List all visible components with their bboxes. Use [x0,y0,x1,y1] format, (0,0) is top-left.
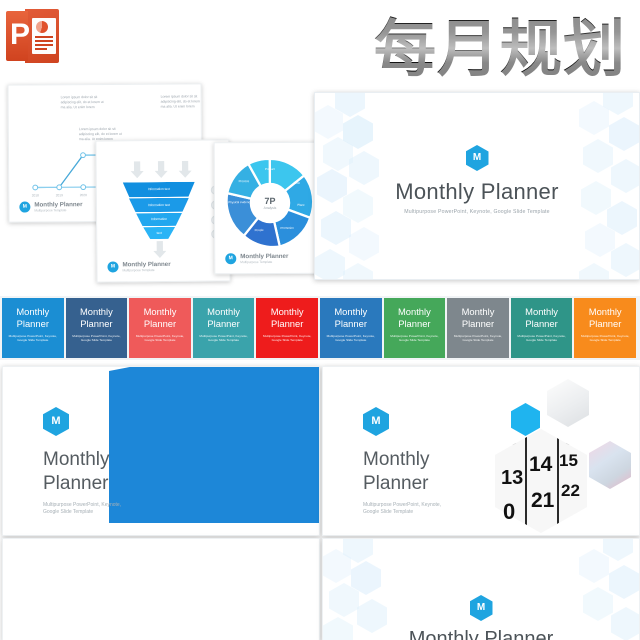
brand-hexagon-logo: M [465,145,489,171]
down-arrow-icon [179,161,192,178]
hero-content: M Monthly Planner [323,595,639,640]
down-arrow-icon [131,161,144,178]
slide-title-block: M Monthly Planner Multipurpose PowerPoint… [43,407,121,516]
swatch-4[interactable]: Monthly Planner Multipurpose PowerPoint, … [256,298,318,358]
seven-p-label: Promotion [280,225,294,230]
swatch-sub-line1: Multipurpose PowerPoint, Keynote, [8,334,57,338]
seven-p-center-sub: Analysis [263,205,277,211]
x-tick-label: 2018 [32,193,39,197]
swatch-6[interactable]: Monthly Planner Multipurpose PowerPoint, … [383,298,446,358]
seven-p-label: Product [264,166,275,172]
down-arrow-icon [153,241,166,258]
brand-hexagon-logo: M [43,407,69,436]
brand-subtitle: Multipurpose Template [34,208,67,213]
slide-subtitle: Multipurpose PowerPoint, Keynote, Google … [43,502,122,515]
hero-title: Monthly Planner [408,628,554,640]
slide-title: Monthly Planner [43,449,110,494]
icon-line [35,44,53,46]
slide-footer-brand: M Monthly Planner Multipurpose Template [107,261,171,273]
slide-subtitle: Multipurpose PowerPoint, Keynote, Google … [363,502,442,515]
brand-logo-icon: M [19,201,31,213]
icon-line [35,36,53,38]
slide-title: Monthly Planner [363,449,430,494]
funnel-segment: Information [136,213,182,226]
icon-line [35,48,47,50]
swatch-2[interactable]: Monthly Planner Multipurpose PowerPoint, … [129,298,191,358]
funnel-segment: Information text [123,182,195,198]
swatch-5[interactable]: Monthly Planner Multipurpose PowerPoint, … [320,298,382,358]
swatch-label-line2: Planner [16,318,49,329]
blue-angular-shape [109,367,319,523]
header: P 每月规划 [0,0,640,88]
swatch-label-line1: Monthly [16,306,50,317]
brand-hexagon-logo: M [469,595,493,621]
icon-line [35,40,53,42]
swatch-1[interactable]: Monthly Planner Multipurpose PowerPoint, … [65,298,128,358]
title-slide-calendar[interactable]: M Monthly Planner Multipurpose PowerPoint… [322,366,640,536]
hero-content: M Monthly Planner Multipurpose PowerPoin… [315,145,639,215]
title-slide-blue-shape[interactable]: M Monthly Planner Multipurpose PowerPoint… [2,366,320,536]
slide-footer-brand: M Monthly Planner Multipurpose Template [19,201,83,213]
seven-p-center: 7P Analysis [264,196,277,210]
calendar-date: 13 [501,467,524,489]
slide-footer-brand: M Monthly Planner Multipurpose Template [225,253,288,265]
swatch-7[interactable]: Monthly Planner Multipurpose PowerPoint, … [447,298,509,358]
brand-hexagon-logo: M [363,407,389,436]
down-arrow-icon [155,161,168,178]
slide-title-block: M Monthly Planner Multipurpose PowerPoint… [363,407,441,516]
workspace-photo-hexagon [589,441,631,489]
calendar-date: 0 [503,499,516,524]
hero-title: Monthly Planner [395,179,559,204]
hero-slide[interactable]: M Monthly Planner Multipurpose PowerPoin… [314,92,640,280]
swatch-sub-line2: Google Slide Template [17,338,49,343]
accent-hexagon [511,403,540,436]
brand-subtitle: Multipurpose Template [240,259,273,265]
funnel-segment: text [143,227,175,239]
powerpoint-icon: P [6,9,59,63]
seven-p-label: Price [293,180,301,185]
page-title: 每月规划 [374,0,626,88]
brand-logo-icon: M [225,253,237,265]
calendar-date: 21 [531,489,555,512]
preview-page: P 每月规划 Lorem ipsum dolor sit sit adipisc… [0,0,640,640]
calendar-date: 15 [559,451,578,470]
swatch-9[interactable]: Monthly Planner Multipurpose PowerPoint, … [574,298,636,358]
seven-p-label: People [254,228,264,233]
swatch-8[interactable]: Monthly Planner Multipurpose PowerPoint, … [510,298,573,358]
seven-p-slide[interactable]: 7P Analysis Product Price Place Promotio… [213,141,327,275]
seven-p-label: Place [297,202,305,207]
hero-subtitle: Multipurpose PowerPoint, Keynote, Google… [404,209,550,215]
seven-p-diagram: 7P Analysis Product Price Place Promotio… [224,157,316,249]
x-tick-label: 2020 [80,193,87,197]
brand-subtitle: Multipurpose Template [122,268,155,273]
seven-p-label: Process [238,179,250,184]
swatch-3[interactable]: Monthly Planner Multipurpose PowerPoint, … [192,298,255,358]
powerpoint-icon-letter: P [10,18,31,51]
calendar-date: 22 [561,481,580,500]
hero-slide-bottom[interactable]: M Monthly Planner [322,538,640,640]
blank-slide[interactable] [2,538,320,640]
x-tick-label: 2019 [56,193,63,197]
seven-p-center-title: 7P [264,195,276,207]
seven-p-label: Physical evidence [228,200,252,205]
keyboard-photo-hexagon [547,379,589,427]
funnel-segment: Information text [129,198,189,213]
funnel-chart-slide[interactable]: Information text Information text Inform… [95,139,231,283]
color-swatch-strip: Monthly Planner Multipurpose PowerPoint, … [0,296,640,360]
pie-chart-icon [36,21,48,33]
brand-logo-icon: M [107,261,119,273]
swatch-0[interactable]: Monthly Planner Multipurpose PowerPoint, … [2,298,64,358]
calendar-date: 14 [529,453,553,476]
